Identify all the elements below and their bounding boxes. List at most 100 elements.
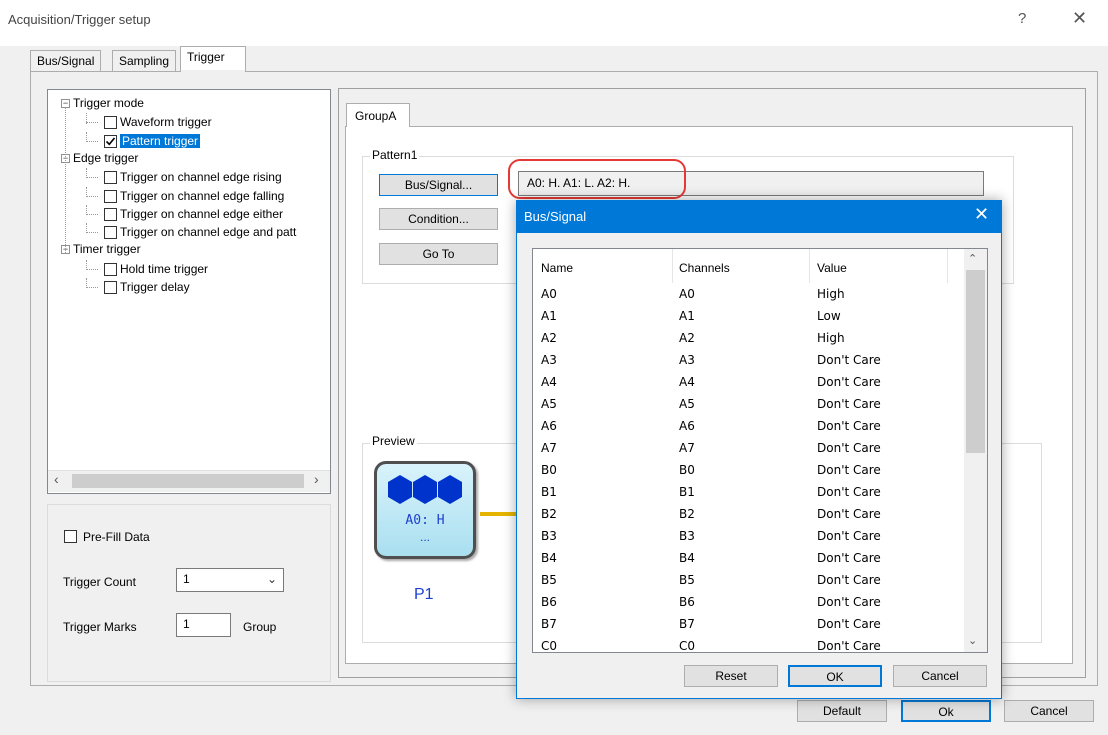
list-scroll-thumb[interactable] (966, 270, 985, 453)
list-row[interactable]: A3 A3 Don't Care (533, 350, 963, 372)
list-row[interactable]: A5 A5 Don't Care (533, 394, 963, 416)
column-channels[interactable]: Channels (679, 261, 730, 275)
trigger-count-select[interactable]: 1 ⌄ (176, 568, 284, 592)
row-value: Don't Care (817, 595, 881, 609)
tree-node-label[interactable]: Trigger mode (73, 96, 144, 110)
condition-button[interactable]: Condition... (379, 208, 498, 230)
scroll-right-icon[interactable]: › (314, 471, 319, 487)
tree-node-label[interactable]: Trigger on channel edge and patt (120, 225, 296, 239)
tab-trigger[interactable]: Trigger (180, 46, 246, 72)
tree-node-label[interactable]: Trigger delay (120, 280, 190, 294)
window-title: Acquisition/Trigger setup (8, 12, 151, 27)
row-channel: C0 (679, 639, 696, 653)
tab-group-a[interactable]: GroupA (346, 103, 410, 127)
tree-scroll-thumb[interactable] (72, 474, 304, 488)
tree-checkbox[interactable] (104, 262, 117, 276)
list-row[interactable]: A0 A0 High (533, 284, 963, 306)
row-name: A1 (541, 309, 557, 323)
list-row[interactable]: A7 A7 Don't Care (533, 438, 963, 460)
row-channel: B3 (679, 529, 695, 543)
tree-checkbox[interactable] (104, 281, 117, 294)
tree-node-label[interactable]: Hold time trigger (120, 262, 208, 276)
row-channel: B5 (679, 573, 695, 587)
row-channel: B7 (679, 617, 695, 631)
row-channel: B2 (679, 507, 695, 521)
tree-checkbox[interactable] (104, 134, 117, 148)
dialog-cancel-button[interactable]: Cancel (893, 665, 987, 687)
ok-button[interactable]: Ok (901, 700, 991, 722)
tab-sampling[interactable]: Sampling (112, 50, 177, 72)
dialog-ok-button[interactable]: OK (788, 665, 882, 687)
bus-signal-button[interactable]: Bus/Signal... (379, 174, 498, 196)
scroll-down-icon[interactable]: ⌄ (968, 634, 977, 647)
list-row[interactable]: B0 B0 Don't Care (533, 460, 963, 482)
row-name: A5 (541, 397, 557, 411)
tree-checkbox[interactable] (104, 189, 117, 203)
row-channel: B4 (679, 551, 695, 565)
dialog-title-bar (517, 201, 1001, 233)
tree-node-label[interactable]: Trigger on channel edge rising (120, 170, 282, 184)
tree-node-label[interactable]: Trigger on channel edge either (120, 207, 283, 221)
hexagons-icon (388, 475, 462, 504)
prefill-checkbox[interactable] (64, 530, 77, 543)
node-connector (480, 512, 520, 516)
row-name: B2 (541, 507, 557, 521)
list-header: Name Channels Value (533, 249, 965, 283)
row-value: Don't Care (817, 529, 881, 543)
cancel-button[interactable]: Cancel (1004, 700, 1094, 722)
list-row[interactable]: B5 B5 Don't Care (533, 570, 963, 592)
close-button[interactable]: ✕ (1072, 8, 1087, 29)
pattern-node-more: ... (419, 530, 430, 544)
list-row[interactable]: A2 A2 High (533, 328, 963, 350)
tree-node-label[interactable]: Pattern trigger (120, 133, 201, 148)
pattern-node-text: A0: H (405, 513, 445, 528)
tree-checkbox[interactable] (104, 226, 117, 240)
tree-checkbox[interactable] (104, 116, 117, 130)
dialog-reset-button[interactable]: Reset (684, 665, 778, 687)
list-row[interactable]: B3 B3 Don't Care (533, 526, 963, 548)
dialog-close-icon[interactable]: ✕ (974, 204, 989, 225)
row-value: High (817, 331, 845, 345)
row-name: A2 (541, 331, 557, 345)
scroll-left-icon[interactable]: ‹ (54, 471, 59, 487)
tree-node-label[interactable]: Timer trigger (73, 242, 141, 256)
list-row[interactable]: B7 B7 Don't Care (533, 614, 963, 636)
row-value: Don't Care (817, 397, 881, 411)
row-name: B0 (541, 463, 557, 477)
trigger-marks-unit: Group (243, 620, 277, 634)
row-value: Low (817, 309, 841, 323)
trigger-count-label: Trigger Count (63, 575, 136, 589)
row-value: Don't Care (817, 639, 881, 653)
trigger-marks-input[interactable]: 1 (176, 613, 231, 637)
list-row[interactable]: A4 A4 Don't Care (533, 372, 963, 394)
tree-node-label[interactable]: Waveform trigger (120, 115, 212, 129)
list-row[interactable]: B6 B6 Don't Care (533, 592, 963, 614)
tree-node-label[interactable]: Edge trigger (73, 151, 138, 165)
list-row[interactable]: B4 B4 Don't Care (533, 548, 963, 570)
column-value[interactable]: Value (817, 261, 847, 275)
column-name[interactable]: Name (541, 261, 573, 275)
list-row[interactable]: B2 B2 Don't Care (533, 504, 963, 526)
tree-node-label[interactable]: Trigger on channel edge falling (120, 189, 284, 203)
row-name: C0 (541, 639, 558, 653)
row-value: High (817, 287, 845, 301)
tree-checkbox[interactable] (104, 171, 117, 185)
list-row[interactable]: A6 A6 Don't Care (533, 416, 963, 438)
row-value: Don't Care (817, 463, 881, 477)
row-name: B6 (541, 595, 557, 609)
row-name: B1 (541, 485, 557, 499)
list-rows: A0 A0 High A1 A1 Low A2 A2 High A3 A3 Don't Care A4 A… (533, 284, 963, 658)
default-button[interactable]: Default (797, 700, 887, 722)
tree-checkbox[interactable] (104, 207, 117, 221)
tab-bus-signal[interactable]: Bus/Signal (30, 50, 102, 72)
list-row[interactable]: A1 A1 Low (533, 306, 963, 328)
list-row[interactable]: C0 C0 Don't Care (533, 636, 963, 658)
row-channel: A1 (679, 309, 695, 323)
list-row[interactable]: B1 B1 Don't Care (533, 482, 963, 504)
row-value: Don't Care (817, 441, 881, 455)
row-channel: A6 (679, 419, 695, 433)
checkmark-icon (105, 137, 116, 146)
help-button[interactable]: ? (1018, 10, 1026, 27)
goto-button[interactable]: Go To (379, 243, 498, 265)
scroll-up-icon[interactable]: ⌃ (968, 252, 977, 265)
